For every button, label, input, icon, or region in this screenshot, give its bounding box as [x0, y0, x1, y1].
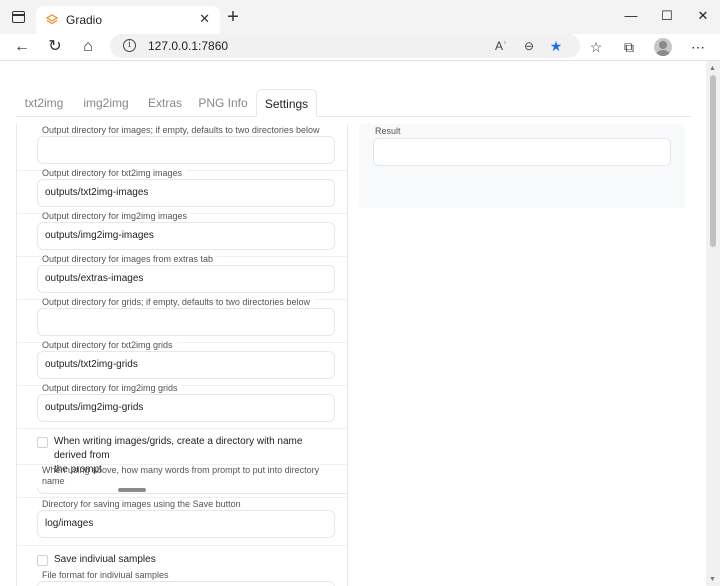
page-viewport: txt2img img2img Extras PNG Info Settings…: [0, 60, 720, 586]
collections-icon[interactable]: ⧉: [618, 36, 640, 58]
field-divider: [17, 545, 347, 546]
close-window-icon[interactable]: ✕: [688, 6, 718, 26]
save-dir-label: Directory for saving images using the Sa…: [42, 498, 245, 510]
outdir-txt2img-grids-field: Output directory for txt2img grids outpu…: [30, 339, 336, 381]
result-label: Result: [375, 126, 401, 136]
tab-png-info[interactable]: PNG Info: [195, 89, 251, 117]
outdir-img2img-label: Output directory for img2img images: [42, 210, 192, 222]
outdir-txt2img-grids-label: Output directory for txt2img grids: [42, 339, 177, 351]
save-individual-row[interactable]: Save indiviual samples: [37, 553, 337, 567]
outdir-grids-field: Output directory for grids; if empty, de…: [30, 296, 336, 338]
words-slider-handle[interactable]: [118, 488, 146, 492]
outdir-img2img-input[interactable]: outputs/img2img-images: [37, 222, 335, 250]
scrollbar-thumb[interactable]: [710, 75, 716, 247]
outdir-img2img-field: Output directory for img2img images outp…: [30, 210, 336, 252]
tab-extras[interactable]: Extras: [140, 89, 190, 117]
file-format-field: File format for indiviual samples: [30, 569, 336, 586]
words-slider-label: When using above, how many words from pr…: [42, 465, 320, 486]
browser-titlebar: Gradio ✕ + — ☐ ✕: [0, 0, 720, 34]
save-individual-label: Save indiviual samples: [54, 554, 156, 565]
favorites-icon[interactable]: ☆: [585, 36, 607, 58]
outdir-samples-label: Output directory for images; if empty, d…: [42, 124, 324, 136]
save-dir-input[interactable]: log/images: [37, 510, 335, 538]
minimize-icon[interactable]: —: [616, 6, 646, 26]
address-url: 127.0.0.1:7860: [148, 39, 229, 53]
outdir-extras-field: Output directory for images from extras …: [30, 253, 336, 295]
outdir-grids-input[interactable]: [37, 308, 335, 336]
create-dir-checkbox-row[interactable]: When writing images/grids, create a dire…: [37, 435, 337, 475]
new-tab-icon[interactable]: +: [224, 6, 242, 28]
read-aloud-icon[interactable]: Aʾ: [492, 37, 510, 55]
save-dir-field: Directory for saving images using the Sa…: [30, 498, 336, 540]
tab-title: Gradio: [66, 13, 103, 27]
tab-img2img[interactable]: img2img: [77, 89, 135, 117]
zoom-icon[interactable]: ⊖: [520, 37, 538, 55]
address-bar[interactable]: i 127.0.0.1:7860 Aʾ ⊖ ★: [110, 34, 580, 58]
settings-panel: Output directory for images; if empty, d…: [16, 124, 348, 586]
outdir-samples-input[interactable]: [37, 136, 335, 164]
tab-actions-icon[interactable]: [12, 11, 25, 23]
outdir-img2img-grids-input[interactable]: outputs/img2img-grids: [37, 394, 335, 422]
tab-txt2img[interactable]: txt2img: [16, 89, 72, 117]
profile-avatar[interactable]: [654, 38, 672, 56]
outdir-txt2img-grids-input[interactable]: outputs/txt2img-grids: [37, 351, 335, 379]
tab-close-icon[interactable]: ✕: [199, 11, 210, 27]
file-format-label: File format for indiviual samples: [42, 569, 173, 581]
outdir-extras-input[interactable]: outputs/extras-images: [37, 265, 335, 293]
back-icon[interactable]: ←: [11, 36, 33, 58]
maximize-icon[interactable]: ☐: [652, 6, 682, 26]
result-output[interactable]: [373, 138, 671, 166]
more-options-icon[interactable]: ⋯: [687, 36, 709, 58]
file-format-input[interactable]: [37, 581, 335, 586]
tab-settings[interactable]: Settings: [256, 89, 317, 117]
outdir-txt2img-label: Output directory for txt2img images: [42, 167, 187, 179]
outdir-img2img-grids-label: Output directory for img2img grids: [42, 382, 182, 394]
outdir-txt2img-input[interactable]: outputs/txt2img-images: [37, 179, 335, 207]
home-icon[interactable]: ⌂: [77, 36, 99, 58]
words-slider[interactable]: [37, 488, 347, 494]
site-info-icon[interactable]: i: [123, 39, 136, 52]
tab-divider: [16, 116, 691, 117]
favorite-star-icon[interactable]: ★: [547, 37, 565, 55]
outdir-extras-label: Output directory for images from extras …: [42, 253, 218, 265]
page-scrollbar[interactable]: ▲ ▼: [706, 61, 720, 586]
outdir-txt2img-field: Output directory for txt2img images outp…: [30, 167, 336, 209]
scroll-up-icon[interactable]: ▲: [709, 65, 716, 72]
outdir-img2img-grids-field: Output directory for img2img grids outpu…: [30, 382, 336, 424]
scroll-down-icon[interactable]: ▼: [709, 576, 716, 583]
outdir-grids-label: Output directory for grids; if empty, de…: [42, 296, 314, 308]
refresh-icon[interactable]: ↻: [44, 36, 66, 58]
browser-tab[interactable]: Gradio ✕: [36, 6, 220, 34]
field-divider: [17, 428, 347, 429]
save-individual-checkbox[interactable]: [37, 555, 48, 566]
outdir-samples-field: Output directory for images; if empty, d…: [30, 124, 336, 166]
result-panel: Result: [359, 124, 685, 208]
create-dir-checkbox[interactable]: [37, 437, 48, 448]
browser-toolbar: ← ↻ ⌂ i 127.0.0.1:7860 Aʾ ⊖ ★ ☆ ⧉ ⋯: [0, 34, 720, 60]
gradio-favicon-icon: [46, 14, 58, 25]
